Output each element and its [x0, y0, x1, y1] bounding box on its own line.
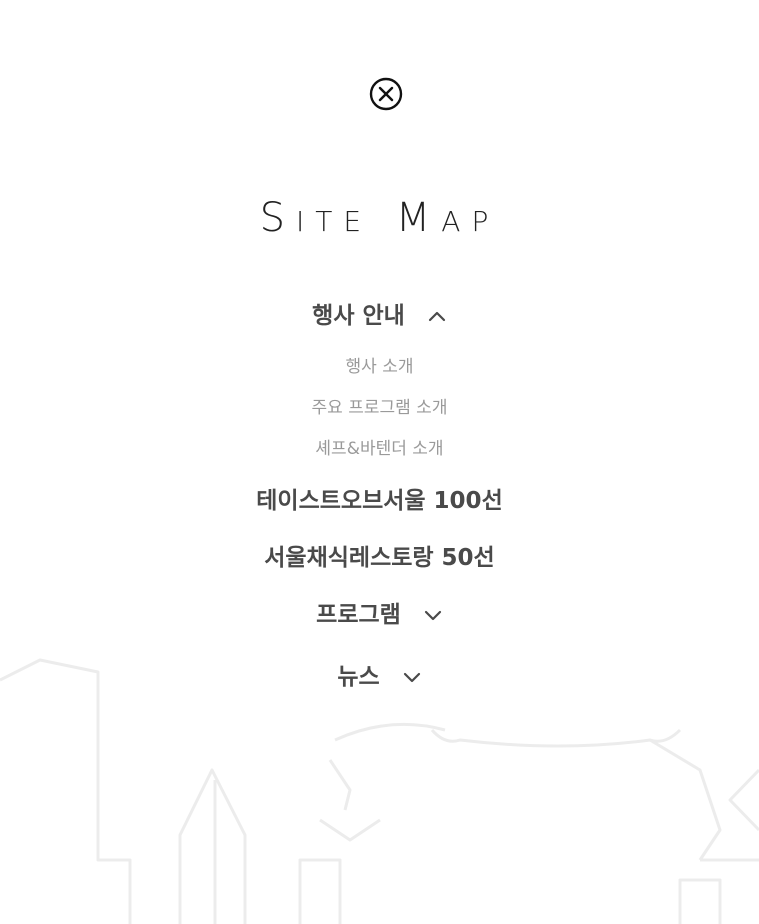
submenu-item-program-intro[interactable]: 주요 프로그램 소개: [0, 396, 759, 420]
menu-item-label: 서울채식레스토랑 50선: [264, 544, 495, 571]
menu-item-vegan-restaurants-50[interactable]: 서울채식레스토랑 50선: [0, 541, 759, 574]
site-map-page: Site Map 행사 안내 행사 소개 주요 프로그램 소개 셰프&바텐더 소…: [0, 0, 759, 924]
menu-item-event-info[interactable]: 행사 안내: [0, 299, 759, 332]
chevron-down-icon[interactable]: [423, 608, 443, 622]
page-title: Site Map: [259, 195, 500, 241]
menu-item-news[interactable]: 뉴스: [0, 660, 759, 693]
menu-item-label: 프로그램: [316, 601, 401, 628]
menu-item-label: 행사 안내: [312, 302, 405, 329]
submenu-item-event-intro[interactable]: 행사 소개: [0, 355, 759, 379]
close-button[interactable]: [369, 77, 403, 111]
menu-item-program[interactable]: 프로그램: [0, 598, 759, 631]
submenu-item-chef-bartender-intro[interactable]: 셰프&바텐더 소개: [0, 437, 759, 461]
chevron-up-icon[interactable]: [427, 309, 447, 323]
menu-item-taste-of-seoul-100[interactable]: 테이스트오브서울 100선: [0, 484, 759, 517]
menu-item-label: 테이스트오브서울 100선: [256, 487, 503, 514]
chevron-down-icon[interactable]: [402, 670, 422, 684]
close-circle-icon: [369, 77, 403, 111]
background-illustration: [0, 658, 759, 924]
menu-item-label: 뉴스: [337, 663, 380, 690]
